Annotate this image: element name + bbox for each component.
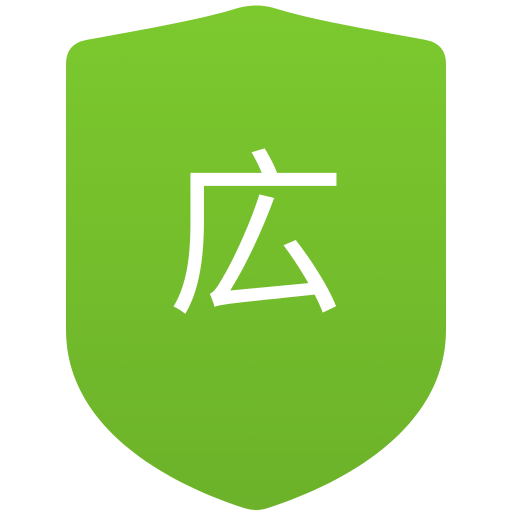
ad-glyph: 広	[166, 134, 346, 343]
icon-canvas: 広	[0, 0, 512, 512]
shield-icon: 広	[66, 5, 446, 510]
